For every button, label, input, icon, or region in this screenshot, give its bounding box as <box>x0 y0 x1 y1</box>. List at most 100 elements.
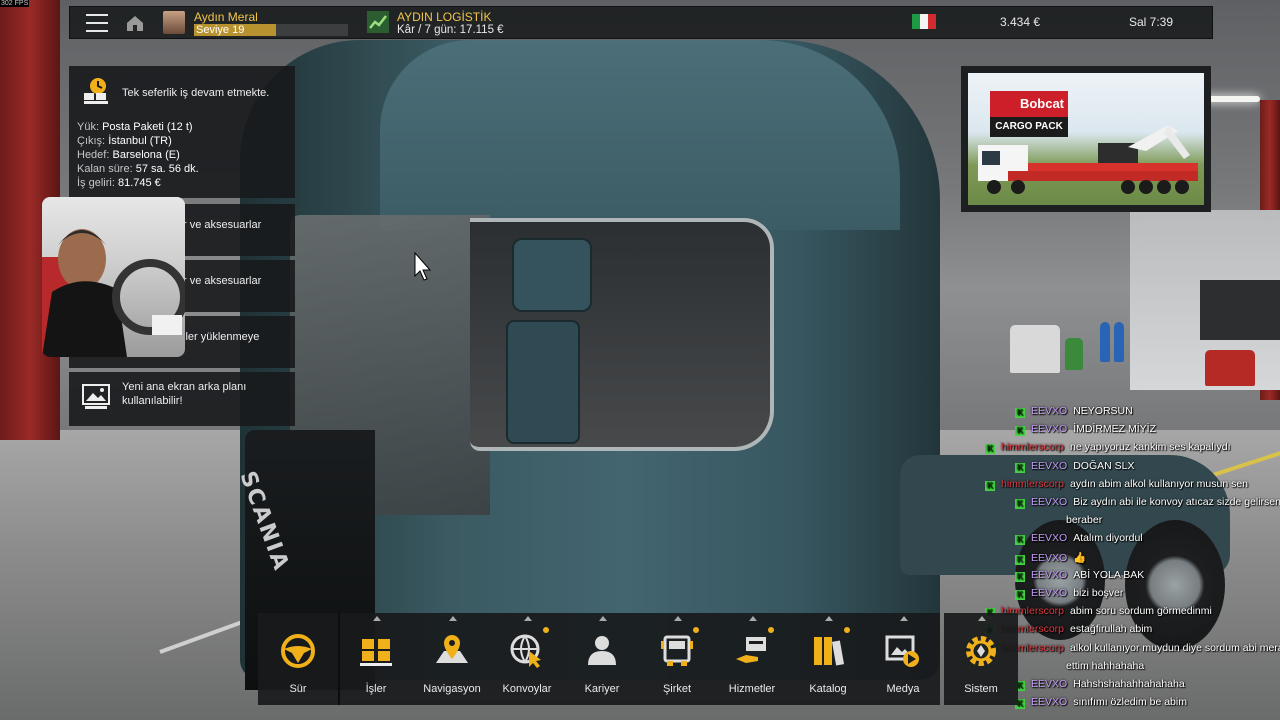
streamer-webcam <box>42 197 185 357</box>
chat-message: K EEVXO sınıfımı özledim be abim <box>1015 696 1187 714</box>
caret-up-icon <box>825 616 833 621</box>
ad-image: Bobcat CARGO PACK <box>968 73 1204 205</box>
dlc-advertisement[interactable]: Bobcat CARGO PACK <box>961 66 1211 212</box>
bottom-dock: Sür İşler Navigasyon Konvoylar Kariyer Ş… <box>258 613 1018 705</box>
chat-message: beraber <box>1066 514 1102 532</box>
chat-text: Atalım diyordul <box>1073 532 1143 544</box>
company-chart-icon[interactable] <box>367 11 389 33</box>
gear-icon <box>966 636 996 666</box>
chat-username: EEVXO <box>1031 569 1068 581</box>
chat-username: EEVXO <box>1031 460 1068 472</box>
globe-cursor-icon <box>510 634 541 668</box>
caret-up-icon <box>449 616 457 621</box>
caret-up-icon <box>674 616 682 621</box>
level-progress-track <box>276 24 348 36</box>
chat-text: bizi boşver <box>1073 587 1124 599</box>
picture-icon <box>82 384 110 409</box>
webcam-person-image <box>42 229 185 357</box>
ibc-tank <box>1010 325 1060 373</box>
chat-username: EEVXO <box>1031 496 1068 508</box>
background-notification[interactable]: Yeni ana ekran arka planı kullanılabilir… <box>69 372 295 426</box>
system-button[interactable]: Sistem <box>943 613 1019 705</box>
company-name: AYDIN LOGİSTİK <box>397 10 492 24</box>
chat-message: ettim hahhahaha <box>1066 660 1144 678</box>
chat-username: EEVXO <box>1031 587 1068 599</box>
caret-up-icon <box>373 616 381 621</box>
navigation-button[interactable]: Navigasyon <box>414 613 490 705</box>
fps-counter: 302 FPS <box>0 0 30 7</box>
caret-up-icon <box>524 616 532 621</box>
media-button[interactable]: Medya <box>865 613 941 705</box>
chat-message: K EEVXO İMDİRMEZ MİYİZ <box>1015 423 1156 441</box>
dock-label: Konvoylar <box>502 683 552 695</box>
chat-text: alkol kullanıyor muydun diye sordum abi … <box>1070 642 1280 654</box>
chat-username: EEVXO <box>1031 405 1068 417</box>
job-row: İş geliri: 81.745 € <box>77 177 161 189</box>
dock-label: Sistem <box>964 683 998 695</box>
company-button[interactable]: Şirket <box>639 613 715 705</box>
home-icon[interactable] <box>125 13 145 33</box>
chat-text: beraber <box>1066 514 1103 526</box>
chat-message: K EEVXO DOĞAN SLX <box>1015 460 1134 478</box>
lowboy-truck-image <box>978 125 1198 194</box>
sub-badge-icon: K <box>1015 555 1025 565</box>
person-icon <box>588 636 616 665</box>
convoys-button[interactable]: Konvoylar <box>489 613 565 705</box>
caret-up-icon <box>599 616 607 621</box>
pallet-boxes-icon <box>360 639 392 666</box>
chat-username: himmlerscorp <box>1001 478 1065 490</box>
caret-up-icon <box>749 616 757 621</box>
truck-roof <box>380 40 900 230</box>
chat-text: aydın abim alkol kullanıyor musun sen <box>1070 478 1249 490</box>
italy-flag-icon <box>912 14 936 29</box>
chat-message: K EEVXO Biz aydın abi ile konvoy atıcaz si… <box>1015 496 1280 514</box>
notification-text: iler yüklenmeye <box>183 331 260 343</box>
job-notification[interactable]: Tek seferlik iş devam etmekte. Yük: Post… <box>69 66 295 198</box>
job-clock-icon <box>84 78 108 104</box>
books-icon <box>814 637 845 666</box>
side-mirror-upper <box>512 238 592 312</box>
chat-text: İMDİRMEZ MİYİZ <box>1073 423 1157 435</box>
sub-badge-icon: K <box>1015 426 1025 436</box>
ad-logo-text: Bobcat <box>990 91 1068 117</box>
chat-username: EEVXO <box>1031 678 1068 690</box>
sub-badge-icon: K <box>1015 590 1025 600</box>
dock-label: Medya <box>886 683 920 695</box>
chat-username: EEVXO <box>1031 532 1068 544</box>
chat-text: Biz aydın abi ile konvoy atıcaz sizde ge… <box>1073 496 1280 508</box>
dock-label: Hizmetler <box>728 683 776 695</box>
jobs-button[interactable]: İşler <box>338 613 414 705</box>
chat-message: K EEVXO NEYORSUN <box>1015 405 1133 423</box>
steering-wheel-icon <box>281 634 315 668</box>
chat-message: Khimmlerscorp aydın abim alkol kullanıyor… <box>985 478 1248 496</box>
drive-button[interactable]: Sür <box>260 613 336 705</box>
chat-text: Hahshshahahhahahaha <box>1073 678 1185 690</box>
service-hand-icon <box>736 637 766 663</box>
menu-icon[interactable] <box>86 14 108 32</box>
career-button[interactable]: Kariyer <box>564 613 640 705</box>
player-avatar[interactable] <box>163 11 185 34</box>
sub-badge-icon: K <box>1015 535 1025 545</box>
mouse-cursor-icon <box>414 252 432 281</box>
chat-text: estağfirullah abim <box>1070 623 1153 635</box>
chat-text: ettim hahhahaha <box>1066 660 1145 672</box>
chat-username: EEVXO <box>1031 696 1068 708</box>
side-mirror <box>506 320 580 444</box>
dock-label: Katalog <box>809 683 847 695</box>
chat-message: Khimmlerscorpalkol kullanıyor muydun diy… <box>985 642 1280 660</box>
sub-badge-icon: K <box>1015 408 1025 418</box>
job-row: Yük: Posta Paketi (12 t) <box>77 121 193 133</box>
top-bar: Aydın Meral Seviye 19 AYDIN LOGİSTİK Kâr… <box>69 6 1213 39</box>
sub-badge-icon: K <box>985 444 995 454</box>
notification-text: r ve aksesuarlar <box>183 275 262 287</box>
chat-message: K EEVXO 👍 <box>1015 551 1086 569</box>
chat-text: 👍 <box>1073 552 1087 564</box>
catalog-button[interactable]: Katalog <box>790 613 866 705</box>
money-balance: 3.434 € <box>1000 15 1041 29</box>
gas-bottle <box>1114 322 1124 362</box>
chat-message: K EEVXO ABİ YOLA BAK <box>1015 569 1144 587</box>
chat-message: Khimmlerscorp ne yapıyoruz kankim ses kap… <box>985 441 1231 459</box>
services-button[interactable]: Hizmetler <box>714 613 790 705</box>
notification-text: r ve aksesuarlar <box>183 219 262 231</box>
chat-username: himmlerscorp <box>1001 441 1065 453</box>
